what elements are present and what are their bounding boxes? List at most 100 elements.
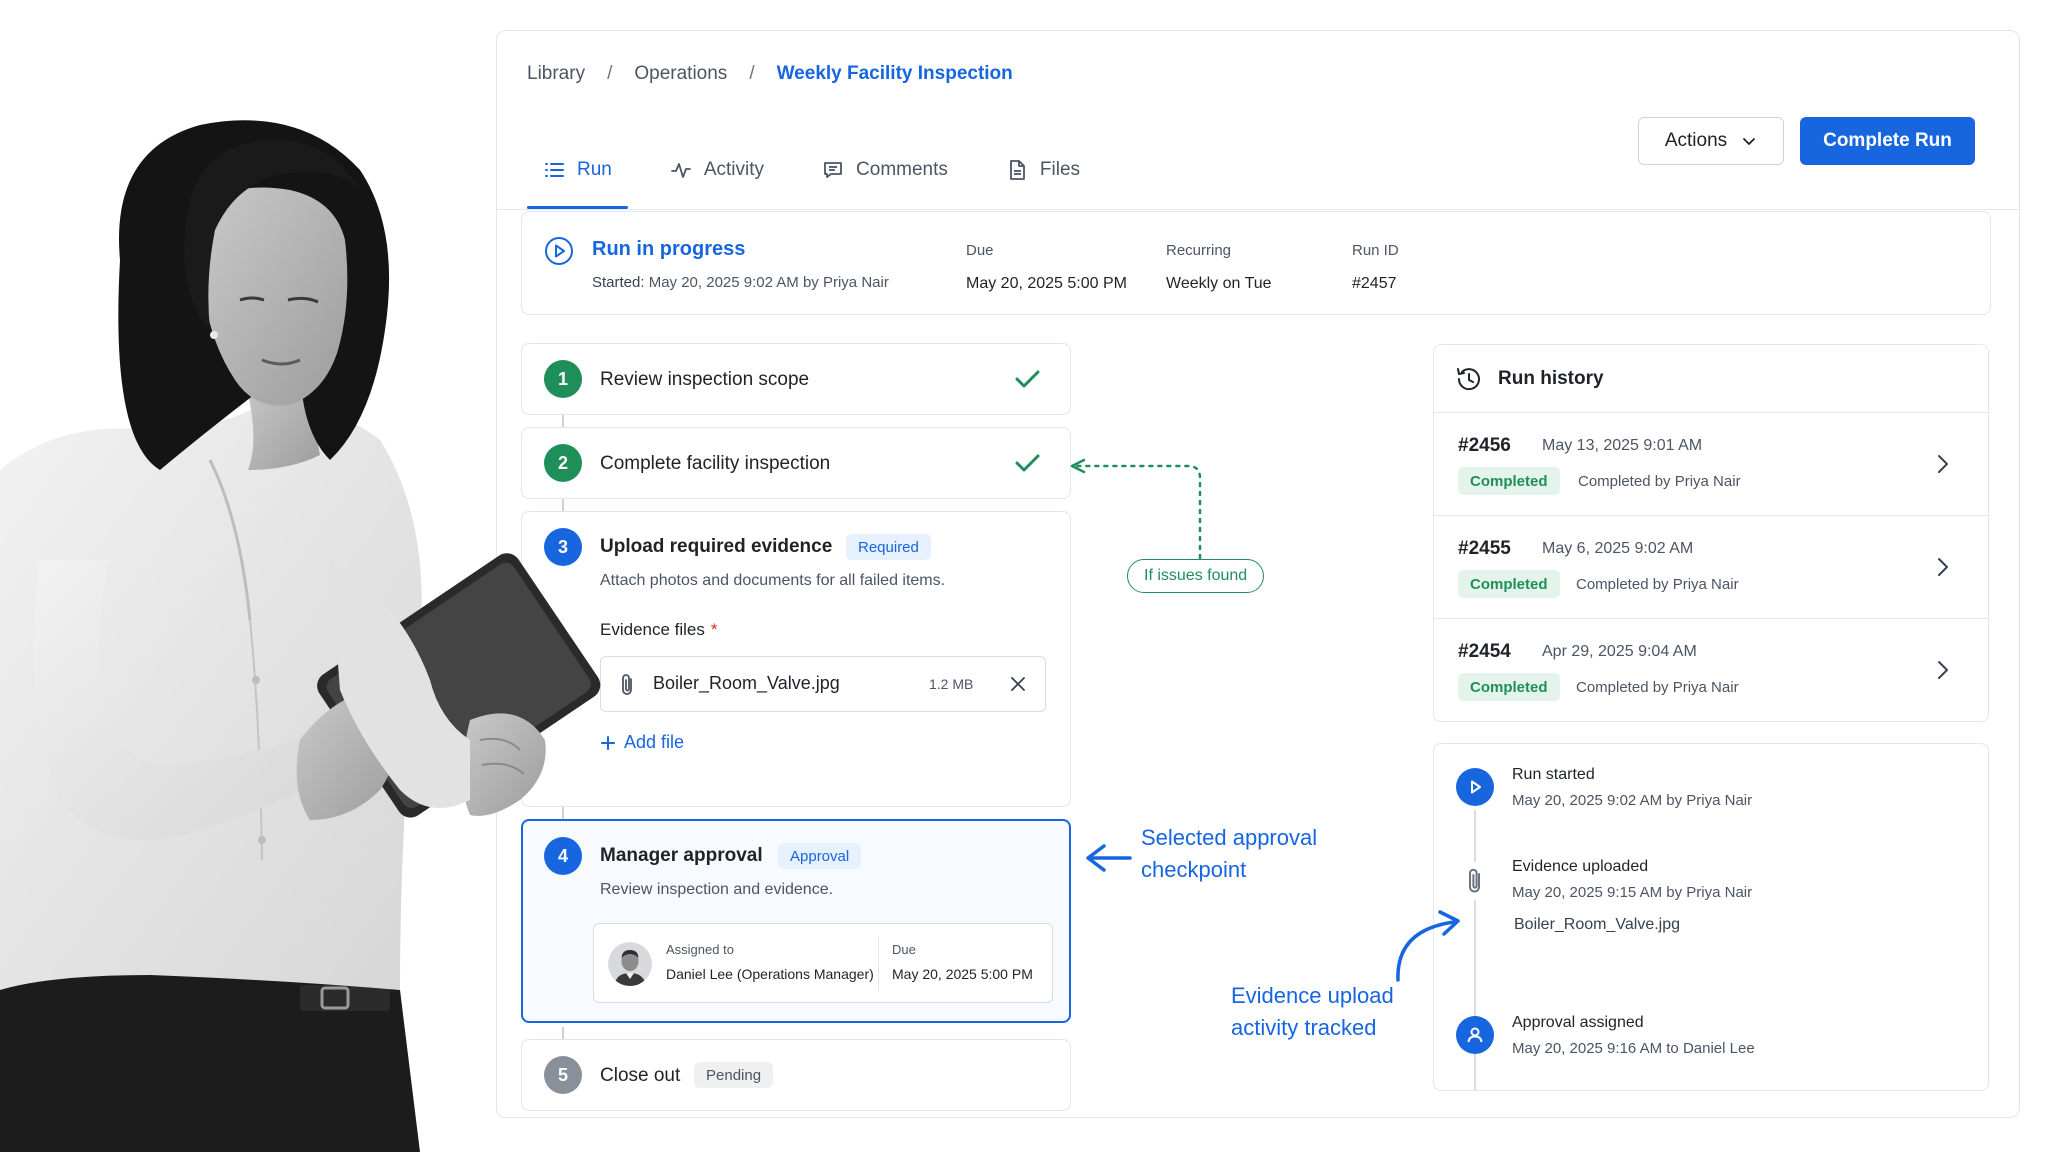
run-history-title: Run history bbox=[1498, 367, 1604, 389]
user-icon bbox=[1467, 1027, 1483, 1043]
avatar bbox=[608, 942, 652, 986]
tab-activity-label: Activity bbox=[703, 159, 765, 180]
history-icon bbox=[1457, 367, 1480, 390]
play-icon bbox=[1471, 780, 1481, 794]
check-icon bbox=[1015, 454, 1040, 472]
chevron-right-icon bbox=[1938, 558, 1948, 576]
run-status-panel: Run in progress Started: May 20, 2025 9:… bbox=[521, 211, 1991, 315]
history-run-date: Apr 29, 2025 9:04 AM bbox=[1542, 643, 1697, 660]
step-4[interactable]: 4 Manager approval Approval Review inspe… bbox=[521, 819, 1071, 1023]
due-label: Due bbox=[966, 242, 994, 259]
annotation-line: activity tracked bbox=[1231, 1015, 1377, 1040]
breadcrumb-library[interactable]: Library bbox=[527, 63, 585, 85]
tab-comments-label: Comments bbox=[856, 159, 948, 180]
selected-approval-annotation: Selected approval checkpoint bbox=[1141, 822, 1317, 886]
step-number: 2 bbox=[544, 444, 582, 482]
step-1[interactable]: 1 Review inspection scope bbox=[521, 343, 1071, 415]
history-run-date: May 13, 2025 9:01 AM bbox=[1542, 437, 1703, 454]
breadcrumb-current[interactable]: Weekly Facility Inspection bbox=[777, 63, 1013, 85]
check-icon bbox=[1015, 370, 1040, 388]
run-history-header: Run history bbox=[1434, 345, 1988, 413]
approval-due-value: May 20, 2025 5:00 PM bbox=[892, 966, 1033, 982]
breadcrumb-operations[interactable]: Operations bbox=[634, 63, 727, 85]
run-history-panel: Run history #2456 May 13, 2025 9:01 AM C… bbox=[1433, 344, 1989, 722]
annotation-line: Evidence upload bbox=[1231, 983, 1394, 1008]
chevron-right-icon bbox=[1938, 455, 1948, 473]
step-description: Attach photos and documents for all fail… bbox=[600, 572, 946, 589]
annotation-line: Selected approval bbox=[1141, 825, 1318, 850]
step-title: Manager approval bbox=[600, 845, 763, 866]
approval-tag: Approval bbox=[778, 843, 862, 869]
status-started: Started: May 20, 2025 9:02 AM by Priya N… bbox=[592, 274, 889, 291]
tab-comments[interactable]: Comments bbox=[806, 131, 964, 209]
timeline-subtitle: May 20, 2025 9:15 AM by Priya Nair bbox=[1512, 884, 1753, 901]
tab-files[interactable]: Files bbox=[990, 131, 1096, 209]
add-file-button[interactable]: Add file bbox=[600, 732, 684, 753]
step-connector bbox=[562, 1027, 564, 1039]
timeline-icon bbox=[1456, 768, 1494, 806]
runid-meta: Run ID #2457 bbox=[1352, 242, 1399, 293]
step-description: Review inspection and evidence. bbox=[600, 881, 834, 898]
evidence-label: Evidence files * bbox=[600, 620, 718, 640]
history-row[interactable]: #2456 May 13, 2025 9:01 AM Completed Com… bbox=[1434, 413, 1988, 516]
tab-activity[interactable]: Activity bbox=[654, 131, 780, 209]
step-number: 4 bbox=[544, 837, 582, 875]
step-number: 3 bbox=[544, 528, 582, 566]
step-title: Complete facility inspection bbox=[600, 453, 831, 474]
assignment-box: Assigned to Daniel Lee (Operations Manag… bbox=[593, 923, 1053, 1003]
due-meta: Due May 20, 2025 5:00 PM bbox=[966, 242, 1127, 293]
play-circle-icon bbox=[545, 237, 573, 265]
runid-label: Run ID bbox=[1352, 242, 1399, 259]
evidence-annotation: Evidence upload activity tracked bbox=[1231, 980, 1394, 1044]
step-number: 5 bbox=[544, 1056, 582, 1094]
breadcrumb-separator: / bbox=[607, 63, 613, 84]
history-completed-by: Completed by Priya Nair bbox=[1578, 473, 1741, 490]
actions-dropdown[interactable]: Actions bbox=[1638, 117, 1784, 165]
annotation-line: checkpoint bbox=[1141, 857, 1247, 882]
recurring-label: Recurring bbox=[1166, 242, 1232, 259]
history-run-id: #2456 bbox=[1458, 435, 1511, 456]
file-icon bbox=[1010, 160, 1025, 180]
file-item[interactable]: Boiler_Room_Valve.jpg 1.2 MB bbox=[600, 656, 1046, 712]
step-2[interactable]: 2 Complete facility inspection bbox=[521, 427, 1071, 499]
assigned-value: Daniel Lee (Operations Manager) bbox=[666, 966, 874, 982]
tabs-divider bbox=[497, 209, 2019, 210]
divider bbox=[878, 936, 879, 992]
history-completed-by: Completed by Priya Nair bbox=[1576, 576, 1739, 593]
step-5[interactable]: 5 Close out Pending bbox=[521, 1039, 1071, 1111]
status-badge: Completed bbox=[1458, 467, 1560, 495]
chevron-down-icon bbox=[1743, 138, 1756, 145]
step-title: Upload required evidence bbox=[600, 536, 833, 557]
approval-due-label: Due bbox=[892, 942, 916, 957]
breadcrumb: Library / Operations / Weekly Facility I… bbox=[527, 63, 1013, 85]
evidence-label-text: Evidence files bbox=[600, 620, 705, 639]
activity-timeline: Run started May 20, 2025 9:02 AM by Priy… bbox=[1433, 743, 1989, 1091]
tab-files-label: Files bbox=[1039, 159, 1081, 180]
started-label: Started: bbox=[592, 274, 645, 291]
step-3[interactable]: 3 Upload required evidence Required Atta… bbox=[521, 511, 1071, 807]
timeline-line bbox=[1474, 810, 1476, 862]
tab-run[interactable]: Run bbox=[527, 131, 628, 209]
history-completed-by: Completed by Priya Nair bbox=[1576, 679, 1739, 696]
paperclip-icon bbox=[622, 674, 632, 695]
activity-icon bbox=[670, 163, 691, 178]
complete-run-button[interactable]: Complete Run bbox=[1800, 117, 1975, 165]
close-icon[interactable] bbox=[1007, 673, 1029, 695]
file-name: Boiler_Room_Valve.jpg bbox=[653, 673, 840, 693]
timeline-file[interactable]: Boiler_Room_Valve.jpg bbox=[1514, 916, 1680, 934]
history-run-date: May 6, 2025 9:02 AM bbox=[1542, 540, 1694, 557]
tab-bar: Run Activity Comments Files bbox=[527, 131, 1122, 209]
timeline-title: Evidence uploaded bbox=[1512, 858, 1649, 875]
comment-icon bbox=[824, 162, 842, 178]
history-row[interactable]: #2455 May 6, 2025 9:02 AM Completed Comp… bbox=[1434, 516, 1988, 619]
history-row[interactable]: #2454 Apr 29, 2025 9:04 AM Completed Com… bbox=[1434, 619, 1988, 721]
pending-tag: Pending bbox=[694, 1062, 774, 1088]
step-connector bbox=[562, 415, 564, 427]
step-connector bbox=[562, 807, 564, 819]
issues-found-tag: If issues found bbox=[1127, 559, 1265, 593]
due-value: May 20, 2025 5:00 PM bbox=[966, 275, 1127, 292]
timeline-title: Approval assigned bbox=[1512, 1014, 1644, 1031]
timeline-subtitle: May 20, 2025 9:16 AM to Daniel Lee bbox=[1512, 1040, 1755, 1057]
step-title: Close out bbox=[600, 1065, 681, 1086]
status-title: Run in progress bbox=[592, 238, 746, 260]
